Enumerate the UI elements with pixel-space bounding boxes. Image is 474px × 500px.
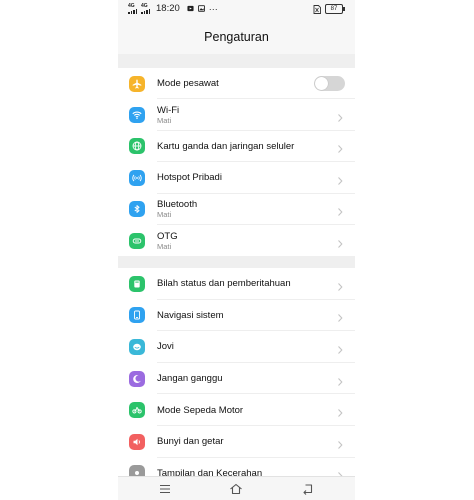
status-right: 87 [313, 4, 345, 14]
setting-dual-sim[interactable]: Kartu ganda dan jaringan seluler [118, 131, 355, 163]
menu-icon[interactable] [158, 482, 172, 496]
chevron-right-icon [336, 236, 344, 248]
chevron-right-icon [336, 110, 344, 122]
setting-sound-vibration[interactable]: Bunyi dan getar [118, 426, 355, 458]
chevron-right-icon [336, 310, 344, 323]
wifi-icon [129, 107, 145, 124]
chevron-right-icon [336, 342, 344, 354]
motorbike-icon [129, 402, 145, 419]
chevron-right-icon [336, 204, 344, 217]
airplane-icon [129, 75, 145, 92]
image-notification-icon [197, 5, 205, 12]
bluetooth-icon [129, 201, 145, 218]
settings-group-system: Bilah status dan pemberitahuan Navigasi … [118, 268, 355, 490]
setting-label: Jovi [157, 341, 174, 353]
moon-icon [129, 370, 145, 387]
navigation-icon [129, 307, 145, 324]
chevron-right-icon [336, 374, 344, 386]
setting-airplane-mode[interactable]: Mode pesawat [118, 68, 355, 100]
setting-wifi[interactable]: Wi-Fi Mati [118, 99, 355, 131]
setting-label: Bluetooth [157, 199, 198, 211]
sim2-signal-icon: 4G [141, 3, 150, 14]
setting-hotspot[interactable]: Hotspot Pribadi [118, 162, 355, 194]
chevron-right-icon [336, 173, 344, 185]
toggle-knob [315, 77, 328, 90]
setting-status: Mati [157, 241, 172, 251]
chevron-right-icon [336, 405, 344, 418]
video-notification-icon [187, 5, 194, 12]
status-time: 18:20 [156, 3, 180, 14]
hotspot-icon [129, 169, 145, 186]
setting-status: Mati [157, 210, 172, 220]
setting-label: Hotspot Pribadi [157, 172, 222, 184]
setting-label: Mode Sepeda Motor [157, 404, 244, 416]
more-notifications-indicator: ··· [208, 3, 218, 14]
setting-jovi[interactable]: Jovi [118, 331, 355, 363]
battery-icon: 87 [325, 4, 345, 14]
airplane-mode-toggle[interactable] [314, 76, 345, 91]
notification-icon [129, 275, 145, 292]
status-bar: 4G 4G 18:20 ··· 87 [118, 0, 355, 18]
setting-bluetooth[interactable]: Bluetooth Mati [118, 194, 355, 225]
section-divider [118, 54, 355, 68]
setting-label: Navigasi sistem [157, 309, 224, 321]
chevron-right-icon [336, 279, 344, 291]
home-icon[interactable] [229, 482, 243, 496]
setting-system-navigation[interactable]: Navigasi sistem [118, 300, 355, 332]
setting-label: Mode pesawat [157, 78, 219, 90]
setting-label: Bilah status dan pemberitahuan [157, 278, 291, 290]
sim1-signal-icon: 4G [128, 3, 137, 14]
status-left: 4G 4G 18:20 ··· [128, 3, 218, 14]
phone-screen: 4G 4G 18:20 ··· 87 Pengaturan Mode pesaw… [118, 0, 355, 500]
chevron-right-icon [336, 141, 344, 154]
setting-otg[interactable]: OTG Mati [118, 225, 355, 256]
globe-icon [129, 138, 145, 155]
page-title: Pengaturan [118, 18, 355, 54]
settings-group-connectivity: Mode pesawat Wi-Fi Mati Kartu ganda dan … [118, 68, 355, 257]
otg-icon [129, 232, 145, 249]
jovi-icon [129, 338, 145, 355]
setting-label: OTG [157, 230, 178, 242]
back-icon[interactable] [301, 482, 315, 496]
section-divider [118, 256, 355, 268]
setting-label: Wi-Fi [157, 105, 180, 117]
system-nav-bar [118, 476, 355, 500]
speaker-icon [129, 433, 145, 450]
setting-label: Jangan ganggu [157, 373, 223, 385]
setting-status-bar-notifications[interactable]: Bilah status dan pemberitahuan [118, 268, 355, 300]
setting-motorbike-mode[interactable]: Mode Sepeda Motor [118, 394, 355, 426]
setting-label: Kartu ganda dan jaringan seluler [157, 140, 295, 152]
chevron-right-icon [336, 437, 344, 449]
setting-label: Bunyi dan getar [157, 436, 224, 448]
setting-status: Mati [157, 116, 172, 126]
sim-status-icon [313, 4, 321, 14]
setting-do-not-disturb[interactable]: Jangan ganggu [118, 363, 355, 395]
